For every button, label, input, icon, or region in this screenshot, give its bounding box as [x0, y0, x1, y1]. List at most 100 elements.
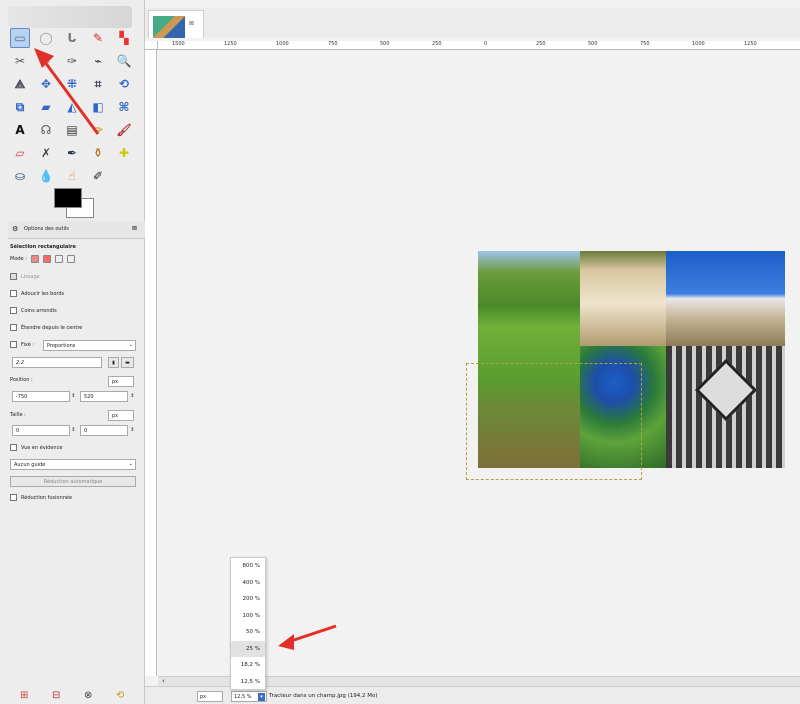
feather-option[interactable]: Adoucir les bords [10, 290, 64, 297]
scale-icon[interactable]: ⧉ [10, 97, 30, 117]
size-unit[interactable]: px [108, 410, 134, 421]
antialias-checkbox[interactable] [10, 273, 17, 280]
chevron-down-icon: ⌄ [128, 342, 133, 348]
gimp-logo [8, 6, 132, 28]
expand-checkbox[interactable] [10, 324, 17, 331]
spin-icon[interactable]: ⇕ [130, 425, 135, 436]
heal-icon[interactable]: ✚ [114, 143, 134, 163]
unit-select[interactable]: px [197, 691, 223, 702]
fixed-select[interactable]: Proportions ⌄ [43, 340, 136, 351]
zoom-option[interactable]: 50 % [231, 624, 265, 641]
chevron-left-icon[interactable]: ‹ [162, 677, 165, 685]
color-select-icon[interactable]: ▚ [114, 28, 134, 48]
close-icon[interactable]: ⊠ [132, 225, 137, 232]
rotate-icon[interactable]: ⟲ [114, 74, 134, 94]
zoom-option[interactable]: 800 % [231, 558, 265, 575]
zoom-option[interactable]: 25 % [231, 640, 265, 657]
width-field[interactable]: 0 [12, 425, 70, 436]
vertical-ruler[interactable] [145, 50, 157, 676]
position-label: Position : [10, 377, 33, 383]
pos-y-field[interactable]: 520 [80, 391, 128, 402]
elephant-sign-photo [666, 346, 785, 468]
zoom-option[interactable]: 400 % [231, 575, 265, 592]
zoom-option[interactable]: 18,2 % [231, 657, 265, 674]
chevron-down-icon: ⌄ [128, 461, 133, 467]
zoom-option[interactable]: 200 % [231, 591, 265, 608]
color-swatches[interactable] [50, 186, 96, 220]
highlight-option[interactable]: Vue en évidence [10, 444, 62, 451]
paintbrush-icon[interactable]: 🖌 [114, 120, 134, 140]
ruler-label: 500 [380, 41, 390, 47]
spin-icon[interactable]: ⇕ [71, 425, 76, 436]
airbrush-icon[interactable]: ✗ [36, 143, 56, 163]
landscape-icon[interactable]: ▬ [121, 357, 134, 368]
zoom-select[interactable]: 12,5 % ▾ [231, 691, 267, 702]
ratio-field[interactable]: 2:2 [12, 357, 102, 368]
expand-option[interactable]: Étendre depuis le centre [10, 324, 82, 331]
selection-marquee[interactable] [466, 363, 642, 480]
spin-icon[interactable]: ⇕ [130, 391, 135, 402]
merged-option[interactable]: Réduction fusionnée [10, 494, 72, 501]
ruler-label: 500 [588, 41, 598, 47]
foreground-color[interactable] [54, 188, 82, 208]
portrait-icon[interactable]: ▮ [108, 357, 119, 368]
dodge-burn-icon[interactable]: ✐ [88, 166, 108, 186]
rect-select-icon[interactable]: ▭ [10, 28, 30, 48]
merged-label: Réduction fusionnée [21, 494, 73, 501]
red-arrow-annotation [278, 624, 337, 650]
measure-icon[interactable]: ⟁ [10, 74, 30, 94]
blur-icon[interactable]: 💧 [36, 166, 56, 186]
zoom-option[interactable]: 12,5 % [231, 674, 265, 691]
feather-checkbox[interactable] [10, 290, 17, 297]
elephant-sign [694, 358, 758, 422]
tool-name: Sélection rectangulaire [10, 244, 76, 250]
mode-add-icon[interactable] [42, 255, 51, 263]
ruler-corner[interactable] [145, 41, 158, 50]
antialias-label: Lissage [21, 273, 40, 280]
perspective-clone-icon[interactable]: ⛀ [10, 166, 30, 186]
spin-icon[interactable]: ⇕ [71, 391, 76, 402]
save-options-icon[interactable]: ⊞ [20, 690, 28, 701]
mode-label: Mode : [10, 256, 27, 262]
image-thumbnail [153, 16, 185, 38]
fixed-checkbox[interactable] [10, 341, 17, 348]
feather-label: Adoucir les bords [21, 290, 65, 297]
close-icon[interactable]: ⊠ [189, 20, 194, 27]
zoom-option[interactable]: 100 % [231, 608, 265, 625]
smudge-icon[interactable]: ☝ [62, 166, 82, 186]
rounded-label: Coins arrondis [21, 307, 57, 314]
antialias-option[interactable]: Lissage [10, 273, 40, 280]
mode-intersect-icon[interactable] [66, 255, 75, 263]
height-field[interactable]: 0 [80, 425, 128, 436]
rounded-checkbox[interactable] [10, 307, 17, 314]
horizontal-ruler[interactable]: 1500 1250 1000 750 500 250 0 250 500 750 1000 1250 [158, 41, 800, 50]
guides-select[interactable]: Aucun guide ⌄ [10, 459, 136, 470]
rounded-option[interactable]: Coins arrondis [10, 307, 57, 314]
highlight-checkbox[interactable] [10, 444, 17, 451]
mode-replace-icon[interactable] [30, 255, 39, 263]
cage-icon[interactable]: ⌘ [114, 97, 134, 117]
position-unit[interactable]: px [108, 376, 134, 387]
clone-icon[interactable]: ⚱ [88, 143, 108, 163]
eraser-icon[interactable]: ▱ [10, 143, 30, 163]
tool-options-tab[interactable]: ⚙ Options des outils ⊠ [8, 221, 145, 239]
fixed-option[interactable]: Fixé : [10, 341, 34, 348]
zoom-icon[interactable]: 🔍 [114, 51, 134, 71]
reset-options-icon[interactable]: ⟲ [116, 690, 124, 701]
delete-options-icon[interactable]: ⊗ [84, 690, 92, 701]
pos-x-field[interactable]: -750 [12, 391, 70, 402]
restore-options-icon[interactable]: ⊟ [52, 690, 60, 701]
chevron-down-icon[interactable]: ▾ [258, 693, 265, 701]
merged-checkbox[interactable] [10, 494, 17, 501]
ink-icon[interactable]: ✒ [62, 143, 82, 163]
image-tab[interactable]: ⊠ [148, 10, 204, 38]
dock-icons: ⊞ ⊟ ⊗ ⟲ [0, 688, 145, 704]
auto-shrink-button[interactable]: Réduction automatique [10, 476, 136, 487]
text-icon[interactable]: A [10, 120, 30, 140]
mode-row: Mode : [10, 255, 75, 263]
mode-subtract-icon[interactable] [54, 255, 63, 263]
scissors-icon[interactable]: ✂ [10, 51, 30, 71]
zoom-dropdown-menu: 800 % 400 % 200 % 100 % 50 % 25 % 18,2 % 12,5 % [230, 557, 266, 690]
ruler-label: 750 [328, 41, 338, 47]
fixed-label: Fixé : [21, 341, 35, 348]
